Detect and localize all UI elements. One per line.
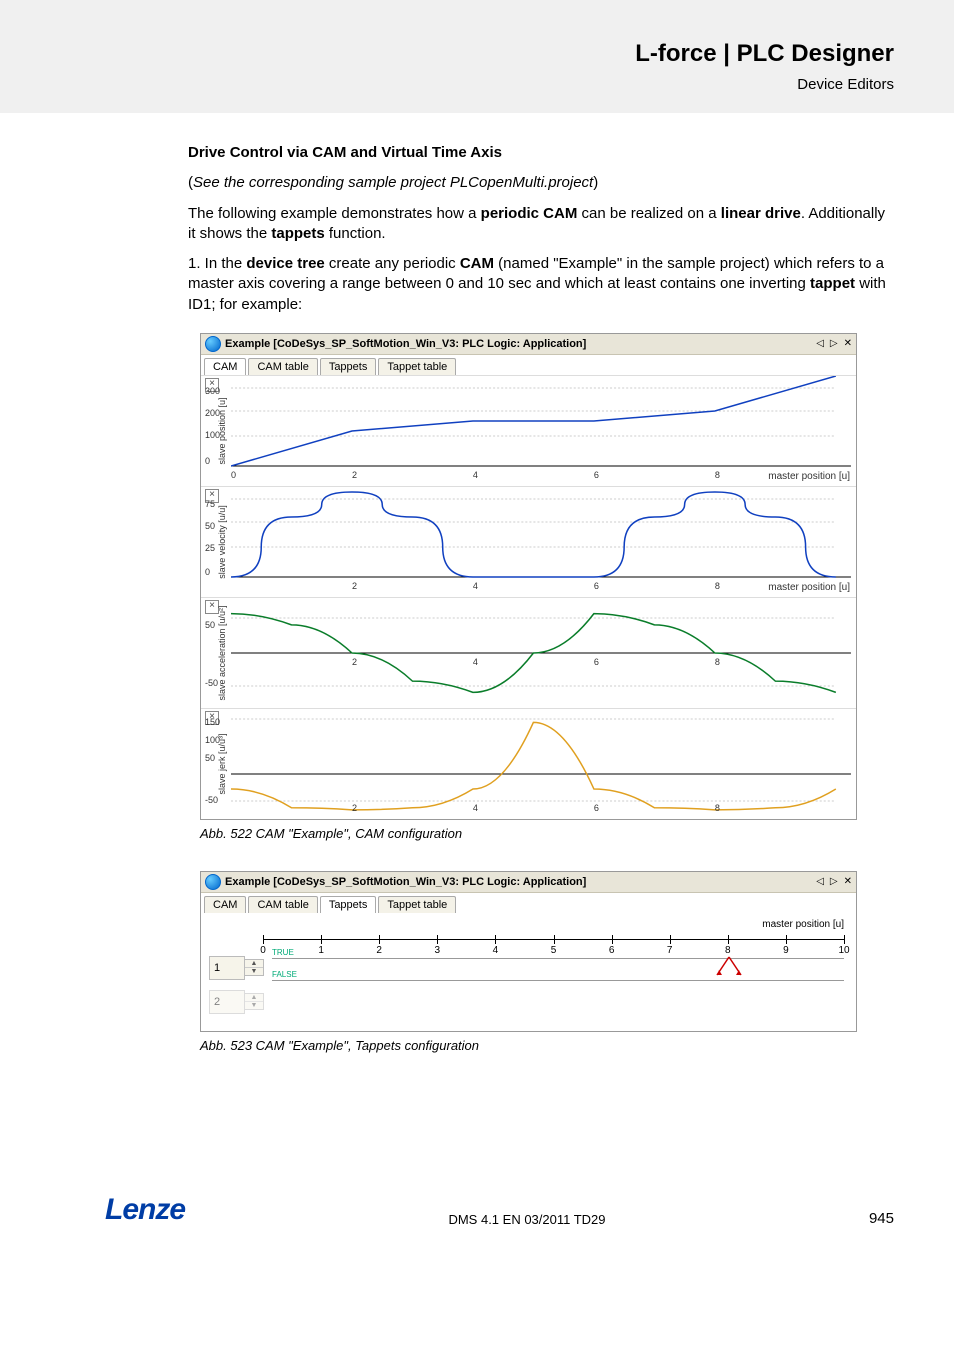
svg-text:4: 4 xyxy=(473,657,478,667)
svg-text:6: 6 xyxy=(594,803,599,813)
svg-text:8: 8 xyxy=(715,470,720,480)
tappets-titlebar[interactable]: Example [CoDeSys_SP_SoftMotion_Win_V3: P… xyxy=(201,872,856,893)
tappet-spinner[interactable]: ▲ ▼ xyxy=(245,993,264,1010)
paragraph-1: The following example demonstrates how a… xyxy=(188,204,894,245)
svg-text:4: 4 xyxy=(473,581,478,591)
tab-cam[interactable]: CAM xyxy=(204,896,246,913)
page-subtitle: Device Editors xyxy=(0,76,894,93)
spinner-down-icon[interactable]: ▼ xyxy=(245,1002,263,1009)
page-footer: Lenze DMS 4.1 EN 03/2011 TD29 945 xyxy=(0,1193,954,1267)
cam-editor-icon xyxy=(205,336,221,352)
tappets-tab-row: CAM CAM table Tappets Tappet table xyxy=(201,893,856,913)
svg-text:8: 8 xyxy=(715,803,720,813)
spinner-up-icon[interactable]: ▲ xyxy=(245,960,263,968)
spinner-up-icon[interactable]: ▲ xyxy=(245,994,263,1002)
plot-slave-position: × slave position [u] 300 200 100 0 maste… xyxy=(201,375,856,486)
plot-slave-velocity: × slave velocity [u/u] 75 50 25 0 master… xyxy=(201,486,856,597)
figure-523-caption: Abb. 523 CAM "Example", Tappets configur… xyxy=(200,1038,894,1053)
svg-text:6: 6 xyxy=(594,657,599,667)
svg-text:2: 2 xyxy=(352,581,357,591)
svg-text:6: 6 xyxy=(594,581,599,591)
lenze-logo: Lenze xyxy=(105,1193,185,1227)
svg-text:6: 6 xyxy=(594,470,599,480)
svg-text:2: 2 xyxy=(352,470,357,480)
tappet-row-2: 2 ▲ ▼ xyxy=(209,985,844,1019)
tab-tappets[interactable]: Tappets xyxy=(320,896,377,913)
sample-project-note: See the corresponding sample project PLC… xyxy=(193,174,593,191)
tab-cam-table[interactable]: CAM table xyxy=(248,896,317,913)
page-number: 945 xyxy=(869,1210,894,1227)
plot-stack: × slave position [u] 300 200 100 0 maste… xyxy=(201,375,856,819)
tappets-editor-icon xyxy=(205,874,221,890)
svg-text:4: 4 xyxy=(473,470,478,480)
tappet-id: 2 xyxy=(209,990,245,1014)
cam-editor-title: Example [CoDeSys_SP_SoftMotion_Win_V3: P… xyxy=(225,338,816,350)
svg-text:4: 4 xyxy=(473,803,478,813)
tappets-panel: Example [CoDeSys_SP_SoftMotion_Win_V3: P… xyxy=(200,871,857,1032)
master-position-ruler: master position [u] 012345678910 xyxy=(263,921,844,951)
footer-center: DMS 4.1 EN 03/2011 TD29 xyxy=(448,1212,605,1227)
close-icon[interactable]: ✕ xyxy=(844,876,852,887)
svg-text:2: 2 xyxy=(352,803,357,813)
tab-tappet-table[interactable]: Tappet table xyxy=(378,358,456,375)
svg-text:8: 8 xyxy=(715,657,720,667)
paragraph-2: 1. In the device tree create any periodi… xyxy=(188,254,894,315)
tappet-id: 1 xyxy=(209,956,245,980)
plot-slave-acceleration: × slave acceleration [u/u²] 50 -50 2468 xyxy=(201,597,856,708)
figure-522: Example [CoDeSys_SP_SoftMotion_Win_V3: P… xyxy=(200,333,894,841)
plot-slave-jerk: × slave jerk [u/u³] 150 100 50 -50 2468 xyxy=(201,708,856,819)
section-heading: Drive Control via CAM and Virtual Time A… xyxy=(188,144,502,161)
nav-prev-icon[interactable]: ◁ xyxy=(816,876,824,887)
page-title: L-force | PLC Designer xyxy=(0,40,894,68)
inverting-tappet-marker[interactable] xyxy=(715,953,745,979)
cam-editor-titlebar[interactable]: Example [CoDeSys_SP_SoftMotion_Win_V3: P… xyxy=(201,334,856,355)
svg-text:0: 0 xyxy=(231,470,236,480)
svg-text:2: 2 xyxy=(352,657,357,667)
figure-523: Example [CoDeSys_SP_SoftMotion_Win_V3: P… xyxy=(200,871,894,1053)
tappet-row-1: 1 ▲ ▼ TRUE FALSE xyxy=(209,951,844,985)
cam-editor-panel: Example [CoDeSys_SP_SoftMotion_Win_V3: P… xyxy=(200,333,857,820)
tab-cam-table[interactable]: CAM table xyxy=(248,358,317,375)
spinner-down-icon[interactable]: ▼ xyxy=(245,968,263,975)
page-header: L-force | PLC Designer Device Editors xyxy=(0,0,954,113)
nav-prev-icon[interactable]: ◁ xyxy=(816,338,824,349)
tab-cam[interactable]: CAM xyxy=(204,358,246,375)
tab-tappet-table[interactable]: Tappet table xyxy=(378,896,456,913)
svg-text:8: 8 xyxy=(715,581,720,591)
tab-tappets[interactable]: Tappets xyxy=(320,358,377,375)
close-icon[interactable]: ✕ xyxy=(844,338,852,349)
cam-tab-row: CAM CAM table Tappets Tappet table xyxy=(201,355,856,375)
nav-next-icon[interactable]: ▷ xyxy=(830,338,838,349)
tappets-title: Example [CoDeSys_SP_SoftMotion_Win_V3: P… xyxy=(225,876,816,888)
tappet-spinner[interactable]: ▲ ▼ xyxy=(245,959,264,976)
body-text: Drive Control via CAM and Virtual Time A… xyxy=(0,113,954,315)
figure-522-caption: Abb. 522 CAM "Example", CAM configuratio… xyxy=(200,826,894,841)
nav-next-icon[interactable]: ▷ xyxy=(830,876,838,887)
